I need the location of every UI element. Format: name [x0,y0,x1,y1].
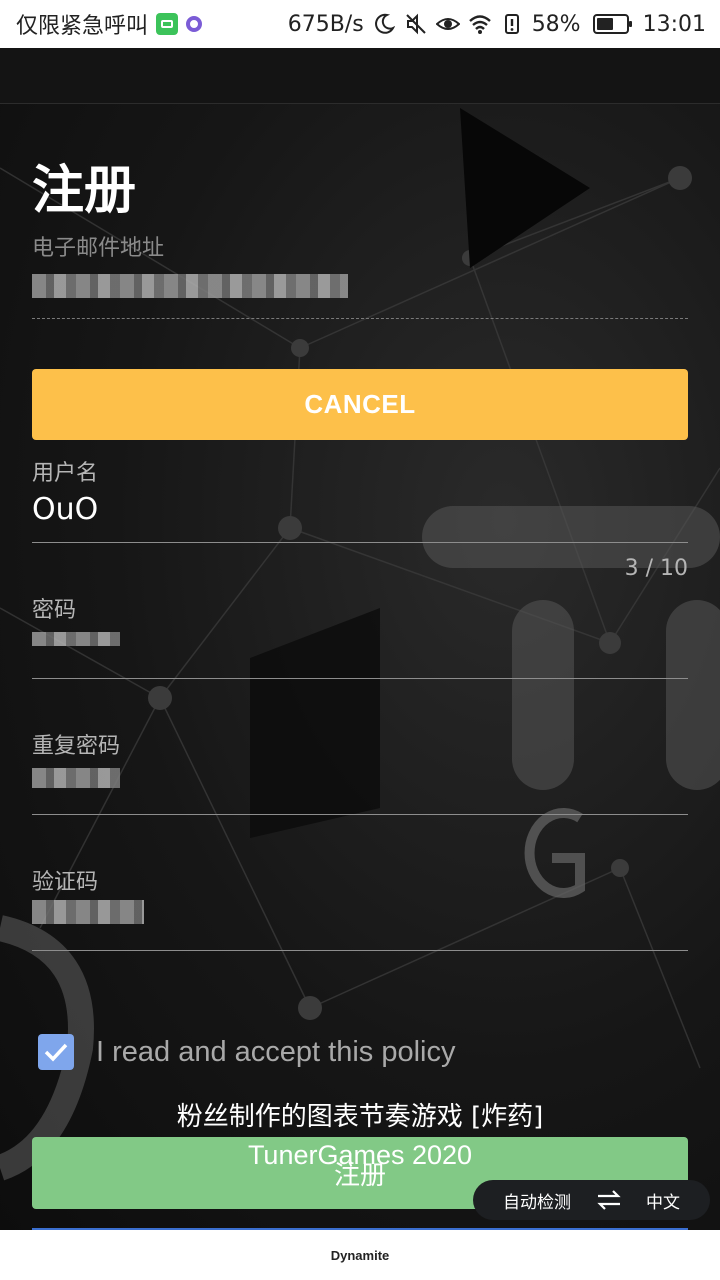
app-header [0,48,720,104]
username-label: 用户名 [32,461,99,486]
username-counter: 3 / 10 [624,556,688,581]
password-underline [32,678,688,679]
net-speed: 675B/s [287,11,364,37]
repeat-password-label: 重复密码 [32,734,121,759]
app-dot-icon [186,16,203,32]
policy-checkbox[interactable] [38,1034,74,1070]
email-underline [32,318,688,319]
battery-percent: 58% [531,11,581,37]
translate-target-language[interactable]: 中文 [646,1188,680,1213]
battery-icon [592,14,632,34]
captcha-underline [32,950,688,951]
battery-alert-icon [500,12,524,36]
wifi-icon [468,12,492,36]
username-underline [32,542,688,543]
iqiyi-app-icon [156,13,179,35]
bottom-bar: Dynamite [0,1230,720,1280]
policy-row: I read and accept this policy [38,1034,455,1070]
subtitle-credit: TunerGames 2020 [247,1140,473,1170]
battery-fill [596,18,613,30]
username-field[interactable]: OuO [32,492,98,527]
email-field[interactable] [32,274,348,298]
status-right: 675B/s 58% 13:01 [288,12,706,37]
swap-icon[interactable] [596,1190,622,1210]
status-bar: 仅限紧急呼叫 675B/s 58% 13:01 [0,0,720,48]
mute-icon [404,12,428,36]
repeat-password-field[interactable] [32,768,120,788]
policy-text: I read and accept this policy [96,1035,456,1068]
password-label: 密码 [32,598,77,623]
password-field[interactable] [32,632,120,646]
carrier-text: 仅限紧急呼叫 [16,14,149,39]
captcha-label: 验证码 [32,870,99,895]
status-left: 仅限紧急呼叫 [16,8,203,40]
eye-icon [435,12,460,36]
page-title: 注册 [32,161,137,221]
email-label: 电子邮件地址 [32,236,165,261]
captcha-field[interactable] [32,900,144,924]
translated-subtitle: 粉丝制作的图表节奏游戏 [炸药] [176,1102,544,1132]
translate-source-language[interactable]: 自动检测 [503,1188,571,1213]
moon-icon [372,12,396,36]
repeat-password-underline [32,814,688,815]
check-icon [44,1043,68,1062]
clock: 13:01 [642,11,706,37]
translate-toggle[interactable]: 自动检测 中文 [473,1180,710,1220]
cancel-button[interactable]: CANCEL [32,369,688,440]
bottom-bar-title: Dynamite [330,1247,390,1263]
